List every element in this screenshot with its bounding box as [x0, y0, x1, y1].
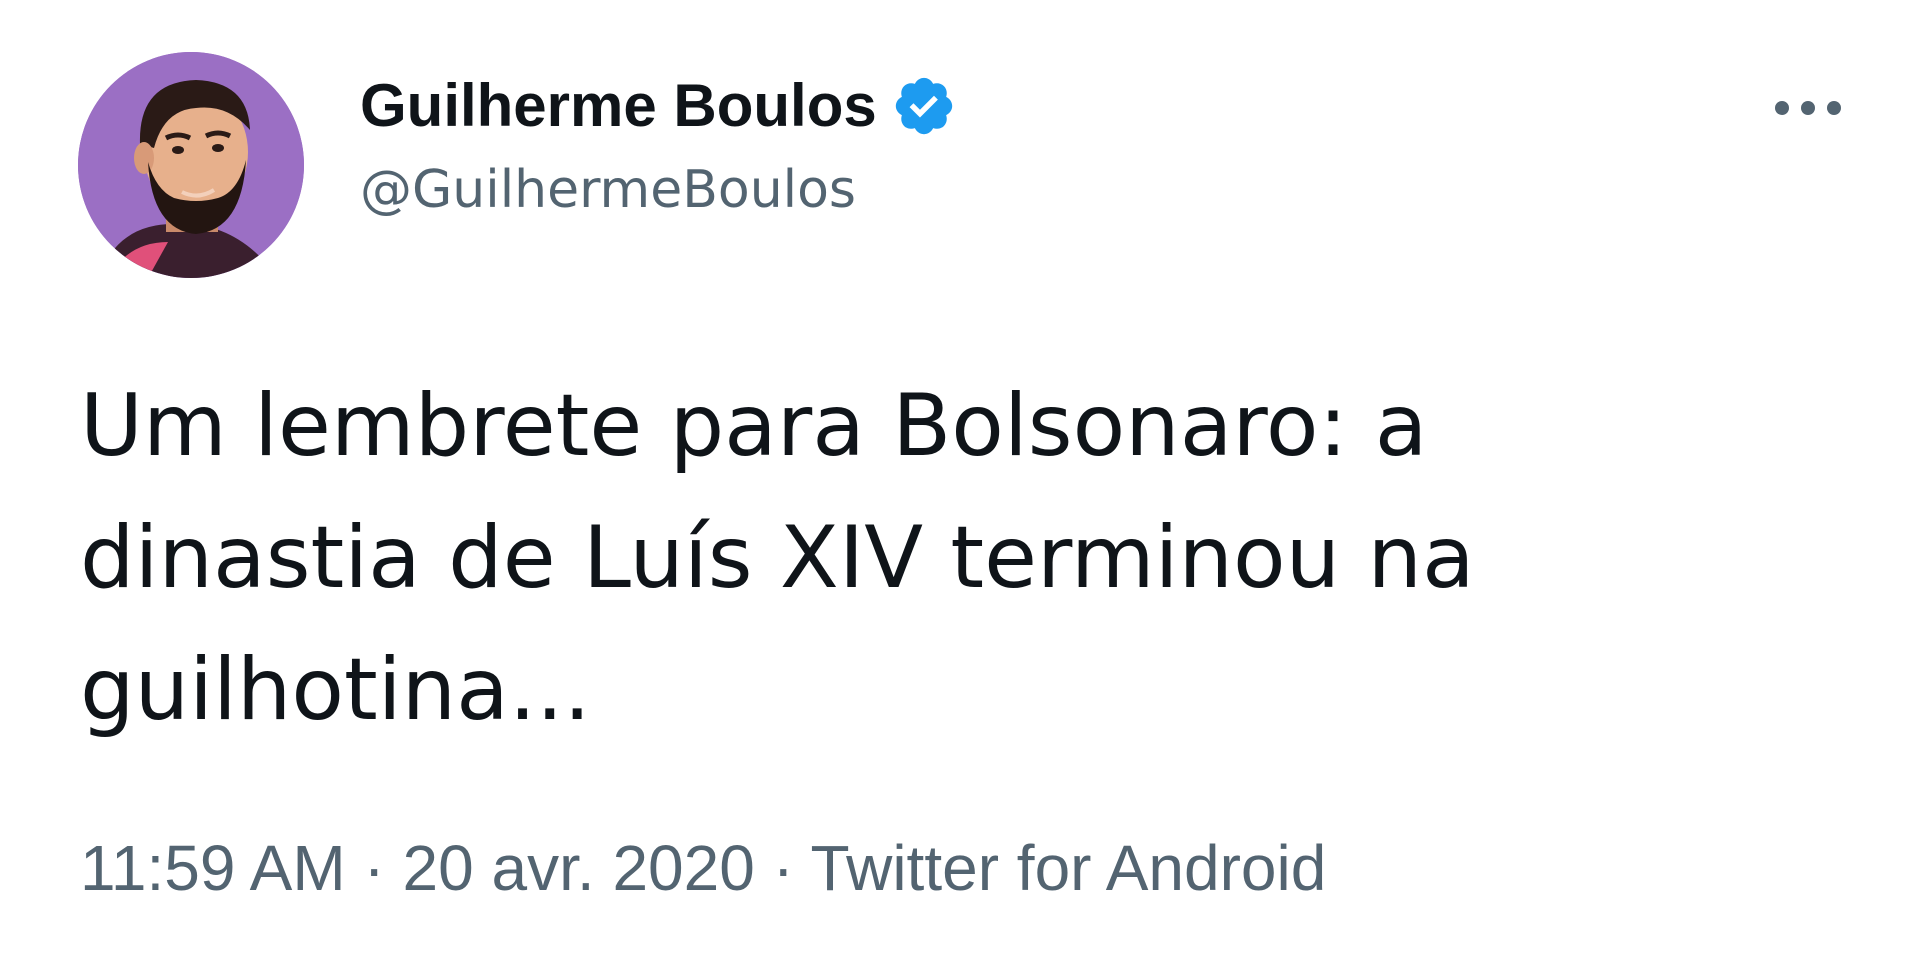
meta-separator: ·	[345, 832, 403, 904]
meta-separator: ·	[754, 832, 811, 904]
more-options-button[interactable]	[1768, 80, 1848, 136]
tweet-time: 11:59 AM	[80, 832, 346, 904]
author-handle[interactable]: @GuilhermeBoulos	[360, 152, 957, 228]
tweet-meta: 11:59 AM · 20 avr. 2020 · Twitter for An…	[80, 828, 1326, 908]
tweet-text: Um lembrete para Bolsonaro: a dinastia d…	[80, 376, 1475, 740]
name-row: Guilherme Boulos	[360, 68, 957, 144]
tweet-card: Guilherme Boulos @GuilhermeBoulos Um lem…	[0, 0, 1920, 970]
tweet-date: 20 avr. 2020	[402, 832, 755, 904]
avatar-portrait-icon	[78, 52, 304, 278]
more-horizontal-icon	[1775, 101, 1841, 115]
tweet-source: Twitter for Android	[810, 832, 1327, 904]
display-name[interactable]: Guilherme Boulos	[360, 68, 877, 144]
tweet-time-link[interactable]: 11:59 AM · 20 avr. 2020	[80, 832, 755, 904]
tweet-source-link[interactable]: Twitter for Android	[811, 832, 1327, 904]
verified-badge-icon	[891, 73, 957, 139]
author-block: Guilherme Boulos @GuilhermeBoulos	[360, 68, 957, 228]
avatar[interactable]	[78, 52, 304, 278]
